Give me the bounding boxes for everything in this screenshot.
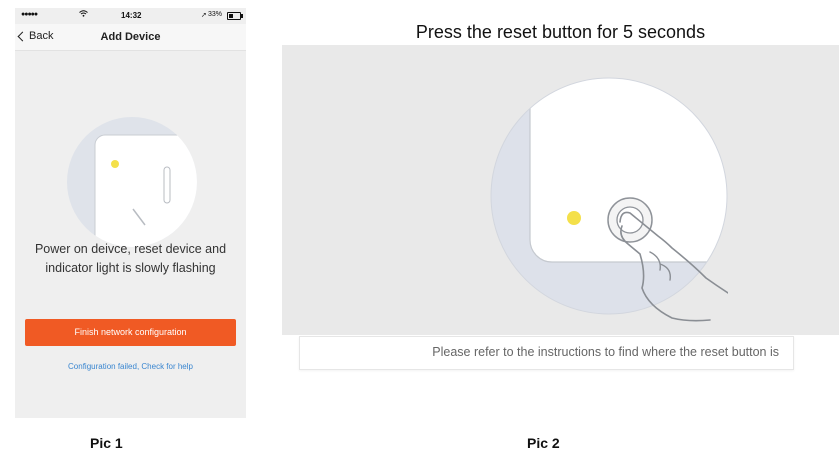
pic1-caption: Pic 1: [90, 435, 123, 451]
nav-bar: Back Add Device: [15, 24, 246, 51]
check-for-help-link[interactable]: Configuration failed, Check for help: [15, 362, 246, 371]
device-reset-illustration: [67, 117, 197, 247]
battery-icon: [227, 12, 243, 20]
location-arrow-icon: ➚: [201, 12, 207, 19]
reset-button-press-illustration: [490, 77, 728, 322]
pic2-title: Press the reset button for 5 seconds: [415, 22, 706, 42]
wifi-icon: [79, 10, 88, 19]
signal-icon: ●●●●●: [21, 11, 38, 18]
status-bar: ●●●●● 14:32 ➚ 33%: [15, 8, 246, 24]
pic2-caption: Pic 2: [527, 435, 560, 451]
instruction-text: Please refer to the instructions to find…: [432, 345, 779, 359]
indicator-light: [111, 160, 119, 168]
reset-button: [607, 197, 653, 243]
battery-percent: 33%: [208, 11, 223, 18]
finish-network-configuration-button[interactable]: Finish network configuration: [25, 319, 236, 346]
indicator-light: [567, 211, 581, 225]
instruction-line: indicator light is slowly flashing: [45, 261, 216, 275]
phone-screen: ●●●●● 14:32 ➚ 33% Back Add Device Power …: [15, 8, 246, 418]
instruction-bar: Please refer to the instructions to find…: [299, 336, 794, 370]
status-time: 14:32: [121, 11, 142, 20]
instruction-text: Power on deivce, reset device and indica…: [15, 240, 246, 278]
instruction-line: Power on deivce, reset device and: [34, 242, 227, 256]
page-title: Add Device: [100, 31, 161, 43]
